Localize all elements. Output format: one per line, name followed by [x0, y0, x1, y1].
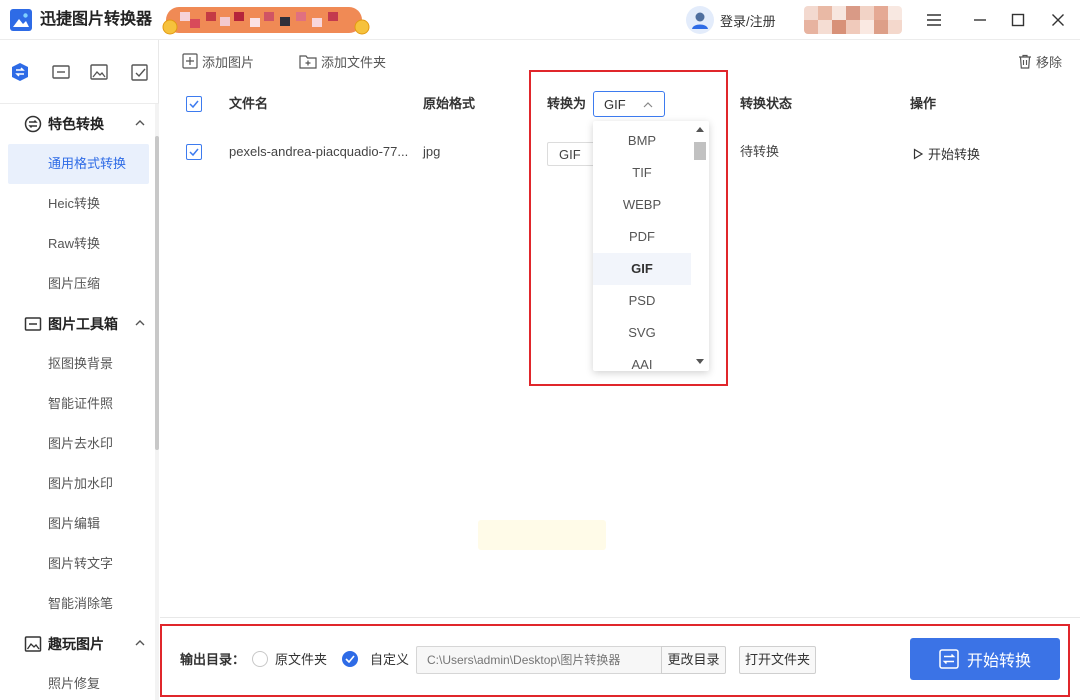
row-status: 待转换 [740, 144, 780, 159]
chevron-up-icon [135, 120, 145, 126]
open-folder-button[interactable]: 打开文件夹 [739, 646, 816, 674]
sidebar-group-label: 趣玩图片 [48, 636, 104, 652]
row-orig-format: jpg [423, 144, 441, 159]
play-icon [913, 147, 924, 160]
row-action-label: 开始转换 [928, 147, 981, 162]
output-path-input[interactable] [416, 646, 662, 674]
header-filename: 文件名 [229, 96, 269, 111]
convert-icon [939, 649, 959, 669]
add-image-button[interactable]: 添加图片 [182, 50, 254, 72]
sidebar-group-label: 特色转换 [48, 116, 104, 132]
check-square-icon[interactable] [130, 62, 150, 82]
header-orig-format: 原始格式 [423, 96, 476, 111]
radio-original-label: 原文件夹 [275, 652, 328, 667]
add-folder-label: 添加文件夹 [321, 54, 387, 70]
add-folder-icon [299, 55, 317, 69]
sidebar-group-fun[interactable]: 趣玩图片 [0, 624, 155, 664]
sidebar-scroll-thumb[interactable] [155, 136, 159, 450]
login-button[interactable]: 登录/注册 [686, 6, 776, 34]
header-status: 转换状态 [740, 96, 793, 111]
add-image-icon [182, 53, 198, 69]
image-icon[interactable] [89, 62, 109, 82]
sidebar-item-add-watermark[interactable]: 图片加水印 [8, 464, 149, 504]
row-checkbox[interactable] [186, 144, 202, 160]
start-convert-button[interactable]: 开始转换 [910, 638, 1060, 680]
convert-icon [24, 115, 42, 133]
minimize-icon[interactable] [970, 10, 990, 30]
output-dir-label: 输出目录： [180, 652, 246, 667]
account-info-blurred [804, 6, 902, 34]
sidebar-item-photo-restore[interactable]: 照片修复 [8, 664, 149, 700]
row-start-convert-button[interactable]: 开始转换 [912, 144, 980, 163]
sidebar-item-eraser[interactable]: 智能消除笔 [8, 584, 149, 624]
toolbox-icon [24, 317, 42, 331]
sidebar: 特色转换 通用格式转换 Heic转换 Raw转换 图片压缩 图片工具箱 抠图换背… [0, 40, 159, 700]
select-all-checkbox[interactable] [186, 96, 202, 112]
user-avatar-icon [686, 6, 714, 34]
sidebar-group-toolbox[interactable]: 图片工具箱 [0, 304, 155, 344]
login-label: 登录/注册 [720, 13, 776, 29]
app-title: 迅捷图片转换器 [40, 11, 153, 28]
app-logo-icon [10, 9, 32, 31]
toolbox-icon[interactable] [51, 62, 71, 82]
add-folder-button[interactable]: 添加文件夹 [299, 50, 386, 72]
sidebar-item-remove-watermark[interactable]: 图片去水印 [8, 424, 149, 464]
remove-label: 移除 [1035, 54, 1062, 70]
sidebar-group-feature-convert[interactable]: 特色转换 [0, 104, 155, 144]
sidebar-item-ocr[interactable]: 图片转文字 [8, 544, 149, 584]
sidebar-item-id-photo[interactable]: 智能证件照 [8, 384, 149, 424]
sidebar-icon-tabs [0, 40, 159, 104]
dropdown-highlight-frame [529, 70, 728, 386]
radio-custom-folder[interactable] [342, 651, 358, 667]
change-dir-button[interactable]: 更改目录 [661, 646, 726, 674]
convert-icon[interactable] [10, 62, 30, 82]
start-convert-label: 开始转换 [966, 653, 1031, 670]
sidebar-item-edit[interactable]: 图片编辑 [8, 504, 149, 544]
sidebar-item-compress[interactable]: 图片压缩 [8, 264, 149, 304]
remove-button[interactable]: 移除 [1018, 50, 1062, 72]
sidebar-group-label: 图片工具箱 [48, 316, 118, 332]
title-bar: 迅捷图片转换器 登录/注册 [0, 0, 1080, 40]
promo-banner[interactable] [160, 5, 372, 35]
add-image-label: 添加图片 [202, 54, 255, 70]
faint-watermark [478, 520, 606, 550]
chevron-up-icon [135, 640, 145, 646]
sidebar-item-raw[interactable]: Raw转换 [8, 224, 149, 264]
image-icon [24, 636, 42, 652]
sidebar-item-heic[interactable]: Heic转换 [8, 184, 149, 224]
radio-original-folder[interactable] [252, 651, 268, 667]
radio-custom-label: 自定义 [370, 652, 410, 667]
maximize-icon[interactable] [1008, 10, 1028, 30]
sidebar-item-general-format[interactable]: 通用格式转换 [8, 144, 149, 184]
menu-icon[interactable] [924, 10, 944, 30]
close-icon[interactable] [1048, 10, 1068, 30]
header-action: 操作 [910, 96, 937, 111]
trash-icon [1018, 54, 1031, 69]
row-filename: pexels-andrea-piacquadio-77... [229, 144, 409, 159]
chevron-up-icon [135, 320, 145, 326]
sidebar-item-cutout[interactable]: 抠图换背景 [8, 344, 149, 384]
